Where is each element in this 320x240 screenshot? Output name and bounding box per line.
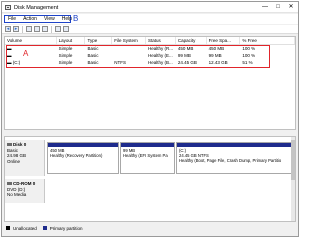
toolbar-divider (22, 25, 23, 33)
horizontal-scrollbar[interactable] (4, 130, 296, 134)
col-capacity[interactable]: Capacity (176, 37, 207, 44)
forward-icon[interactable]: ▸ (13, 26, 19, 32)
disk-name: CD-ROM 0 (13, 181, 36, 186)
disk-map: Disk 0 Basic 24.98 GB Online 450 MB Heal… (4, 136, 296, 222)
cdrom-0-label[interactable]: CD-ROM 0 DVD (D:) No Media (5, 179, 45, 203)
col-percent-free[interactable]: % Free (240, 37, 296, 44)
partition-status: Healthy (Boot, Page File, Crash Dump, Pr… (179, 158, 282, 163)
partition-status: Healthy (Recovery Partition) (50, 153, 103, 158)
col-type[interactable]: Type (85, 37, 113, 44)
legend-primary-partition: Primary partition (49, 225, 83, 231)
menu-action[interactable]: Action (20, 16, 41, 22)
annotation-a: A (23, 49, 29, 58)
partition-efi[interactable]: 99 MB Healthy (EFI System Pa (120, 142, 175, 174)
col-layout[interactable]: Layout (57, 37, 86, 44)
rescan-icon[interactable] (55, 26, 61, 32)
disk-state: Online (7, 158, 21, 164)
disk-name: Disk 0 (13, 142, 27, 147)
volume-list: Volume Layout Type File System Status Ca… (4, 36, 296, 130)
col-volume[interactable]: Volume (5, 37, 57, 44)
primary-partition-swatch (42, 226, 47, 230)
menu-view[interactable]: View (41, 16, 59, 22)
annotation-b: B (73, 14, 79, 23)
partition-c[interactable]: (C:) 24.45 GB NTFS Healthy (Boot, Page F… (176, 142, 292, 174)
col-free-space[interactable]: Free Spa... (207, 37, 241, 44)
partition-recovery[interactable]: 450 MB Healthy (Recovery Partition) (47, 142, 119, 174)
col-file-system[interactable]: File System (112, 37, 147, 44)
disk-management-icon (5, 5, 11, 10)
vertical-scrollbar[interactable] (291, 137, 295, 221)
toolbar-divider (51, 25, 52, 33)
help-icon[interactable] (34, 26, 40, 32)
window-title: Disk Management (14, 5, 59, 11)
menu-file[interactable]: File (5, 16, 20, 22)
settings-icon[interactable] (63, 26, 69, 32)
cdrom-icon (7, 182, 12, 186)
toolbar: ◂ ▸ (2, 25, 298, 34)
menu-bar: File Action View Help B (2, 14, 298, 24)
legend: Unallocated Primary partition (4, 223, 296, 233)
unallocated-swatch (6, 226, 10, 230)
title-bar: Disk Management — □ ✕ (2, 2, 298, 13)
menu-highlight-box: File Action View Help (4, 15, 72, 23)
back-icon[interactable]: ◂ (5, 26, 11, 32)
legend-unallocated: Unallocated (13, 225, 37, 231)
disk-0-label[interactable]: Disk 0 Basic 24.98 GB Online (5, 140, 45, 176)
refresh-icon[interactable] (42, 26, 48, 32)
maximize-button[interactable]: □ (275, 4, 281, 10)
col-status[interactable]: Status (146, 37, 176, 44)
minimize-button[interactable]: — (262, 4, 268, 10)
volume-rows-highlight-box (6, 45, 270, 68)
disk-state: No Media (7, 192, 27, 197)
disk-icon (7, 143, 12, 147)
close-button[interactable]: ✕ (288, 4, 294, 10)
properties-icon[interactable] (26, 26, 32, 32)
disk-management-window: Disk Management — □ ✕ File Action View H… (1, 1, 299, 237)
volume-list-header: Volume Layout Type File System Status Ca… (5, 37, 296, 45)
scrollbar-thumb[interactable] (291, 140, 295, 180)
partition-status: Healthy (EFI System Pa (123, 153, 168, 158)
